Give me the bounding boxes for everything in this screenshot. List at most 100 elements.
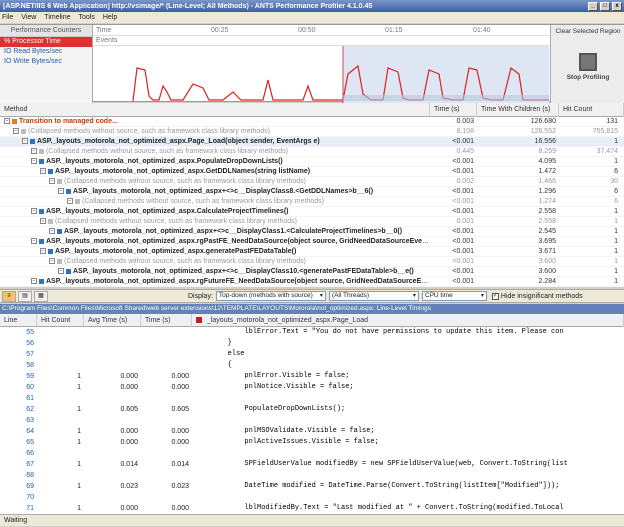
collapse-icon[interactable]: − (40, 168, 46, 175)
menu-tools[interactable]: Tools (79, 14, 95, 21)
time-ruler: Time 00:25 00:50 01:15 01:40 (93, 25, 549, 36)
collapse-icon[interactable]: − (49, 258, 55, 265)
source-line-row[interactable]: 61 (0, 393, 624, 404)
column-line-time[interactable]: Time (s) (141, 314, 192, 327)
time-mode-select[interactable]: CPU time (421, 291, 487, 301)
source-line-row[interactable]: 70 (0, 492, 624, 503)
call-tree-row[interactable]: − ASP._layouts_motorola_not_optimized_asp… (0, 277, 624, 287)
column-time[interactable]: Time (s) (430, 103, 477, 117)
method-name: ASP._layouts_motorola_not_optimized_aspx… (46, 158, 283, 165)
source-line-row[interactable]: 62 1 0.605 0.605 PopulateDropDownLists(); (0, 404, 624, 415)
list-view-icon[interactable]: ▤ (18, 290, 32, 302)
call-tree-row[interactable]: − (Collapsed methods without source, such… (0, 177, 624, 187)
menu-help[interactable]: Help (103, 14, 117, 21)
call-tree-row[interactable]: − ASP._layouts_motorola_not_optimized_asp… (0, 237, 624, 247)
menu-timeline[interactable]: Timeline (44, 14, 70, 21)
hit-count-cell: 131 (606, 118, 618, 125)
collapse-icon[interactable]: − (58, 268, 64, 275)
source-line-row[interactable]: 68 (0, 470, 624, 481)
menu-file[interactable]: File (2, 14, 13, 21)
minimize-button[interactable]: _ (588, 1, 598, 11)
source-code (192, 415, 624, 426)
maximize-button[interactable]: □ (600, 1, 610, 11)
source-line-row[interactable]: 69 1 0.023 0.023 DateTime modified = DateTi… (0, 481, 624, 492)
counter-processor-time[interactable]: % Processor Time (0, 37, 92, 47)
call-tree-row[interactable]: − ASP._layouts_motorola_not_optimized_asp… (0, 207, 624, 217)
call-tree-row[interactable]: − ASP._layouts_motorola_not_optimized_asp… (0, 137, 624, 147)
source-line-row[interactable]: 56 } (0, 338, 624, 349)
collapse-icon[interactable]: − (22, 138, 28, 145)
call-tree-row[interactable]: − (Collapsed methods without source, such… (0, 147, 624, 157)
collapse-icon[interactable]: − (49, 178, 55, 185)
threads-select[interactable]: (All Threads) (328, 291, 419, 301)
timeline-scrollbar[interactable] (343, 95, 549, 101)
source-line-row[interactable]: 71 1 0.000 0.000 lblModifiedBy.Text = "Last… (0, 503, 624, 514)
line-hit-count (37, 327, 84, 338)
collapse-icon[interactable]: − (40, 248, 46, 255)
call-tree-row[interactable]: − ASP._layouts_motorola_not_optimized_asp… (0, 187, 624, 197)
column-method[interactable]: Method (0, 103, 430, 117)
graph-view-icon[interactable]: ▦ (34, 290, 48, 302)
column-line[interactable]: Line (0, 314, 37, 327)
method-cell: − ASP._layouts_motorola_not_optimized_asp… (0, 227, 430, 236)
source-line-row[interactable]: 60 1 0.000 0.000 pnlNotice.Visible = false; (0, 382, 624, 393)
call-tree-row[interactable]: − Transition to managed code... 0.003 126.6… (0, 117, 624, 127)
collapsed-methods-icon (57, 178, 62, 184)
display-label: Display: (188, 292, 213, 300)
source-line-row[interactable]: 58 { (0, 360, 624, 371)
source-line-row[interactable]: 67 1 0.014 0.014 SPFieldUserValue modifiedB… (0, 459, 624, 470)
call-tree-row[interactable]: − (Collapsed methods without source, such… (0, 127, 624, 137)
call-tree-row[interactable]: − ASP._layouts_motorola_not_optimized_asp… (0, 167, 624, 177)
counter-io-read[interactable]: IO Read Bytes/sec (0, 47, 92, 57)
collapse-icon[interactable]: − (31, 208, 37, 215)
method-cell: − ASP._layouts_motorola_not_optimized_asp… (0, 247, 430, 256)
collapse-icon[interactable]: − (31, 238, 37, 245)
time-cell: <0.001 (452, 238, 474, 245)
call-tree-row[interactable]: − ASP._layouts_motorola_not_optimized_asp… (0, 247, 624, 257)
tree-view-icon[interactable]: ≡ (2, 290, 16, 302)
method-cell: − (Collapsed methods without source, such… (0, 127, 430, 136)
line-number: 61 (26, 395, 34, 402)
call-tree-row[interactable]: − (Collapsed methods without source, such… (0, 217, 624, 227)
call-tree-row[interactable]: − (Collapsed methods without source, such… (0, 257, 624, 267)
source-line-row[interactable]: 59 1 0.000 0.000 pnlError.Visible = false; (0, 371, 624, 382)
call-tree-row[interactable]: − ASP._layouts_motorola_not_optimized_asp… (0, 227, 624, 237)
stop-profiling-label: Stop Profiling (566, 74, 610, 81)
column-hit-count[interactable]: Hit Count (559, 103, 624, 117)
collapse-icon[interactable]: − (13, 128, 19, 135)
display-select[interactable]: Top-down (methods with source) (215, 291, 326, 301)
call-tree-row[interactable]: − ASP._layouts_motorola_not_optimized_asp… (0, 267, 624, 277)
column-avg-time[interactable]: Avg Time (s) (84, 314, 141, 327)
collapse-icon[interactable]: − (40, 218, 46, 225)
call-tree-row[interactable]: − (Collapsed methods without source, such… (0, 197, 624, 207)
collapse-icon[interactable]: − (49, 228, 55, 235)
close-button[interactable]: x (612, 1, 622, 11)
source-line-row[interactable]: 65 1 0.000 0.000 pnlActiveIssues.Visible = … (0, 437, 624, 448)
column-line-hit-count[interactable]: Hit Count (37, 314, 84, 327)
collapse-icon[interactable]: − (31, 278, 37, 285)
collapse-icon[interactable]: − (67, 198, 73, 205)
source-line-row[interactable]: 66 (0, 448, 624, 459)
source-line-row[interactable]: 63 (0, 415, 624, 426)
line-time (141, 492, 192, 503)
timeline-graph[interactable]: Time 00:25 00:50 01:15 01:40 Events (93, 25, 549, 103)
hide-insignificant-checkbox[interactable]: ✓ (491, 292, 499, 300)
collapse-icon[interactable]: − (4, 118, 10, 125)
counter-io-write[interactable]: IO Write Bytes/sec (0, 57, 92, 67)
method-icon (12, 118, 17, 124)
time-with-children-cell: 3.671 (538, 248, 556, 255)
source-line-row[interactable]: 55 lblError.Text = "You do not have perm… (0, 327, 624, 338)
performance-counters-panel: Performance Counters % Processor Time IO… (0, 25, 93, 103)
method-cell: − (Collapsed methods without source, such… (0, 257, 430, 266)
collapse-icon[interactable]: − (31, 158, 37, 165)
source-line-row[interactable]: 64 1 0.000 0.000 pnlMSOValidate.Visible = f… (0, 426, 624, 437)
source-line-row[interactable]: 57 else (0, 349, 624, 360)
menu-view[interactable]: View (21, 14, 36, 21)
call-tree-row[interactable]: − ASP._layouts_motorola_not_optimized_asp… (0, 157, 624, 167)
column-time-with-children[interactable]: Time With Children (s) (477, 103, 559, 117)
collapse-icon[interactable]: − (58, 188, 64, 195)
stop-profiling-button[interactable]: Stop Profiling (563, 49, 613, 93)
source-file-tab[interactable]: _layouts_motorola_not_optimized_aspx.Pag… (192, 314, 624, 327)
collapse-icon[interactable]: − (31, 148, 37, 155)
clear-selected-region-button[interactable]: Clear Selected Region (554, 27, 622, 37)
